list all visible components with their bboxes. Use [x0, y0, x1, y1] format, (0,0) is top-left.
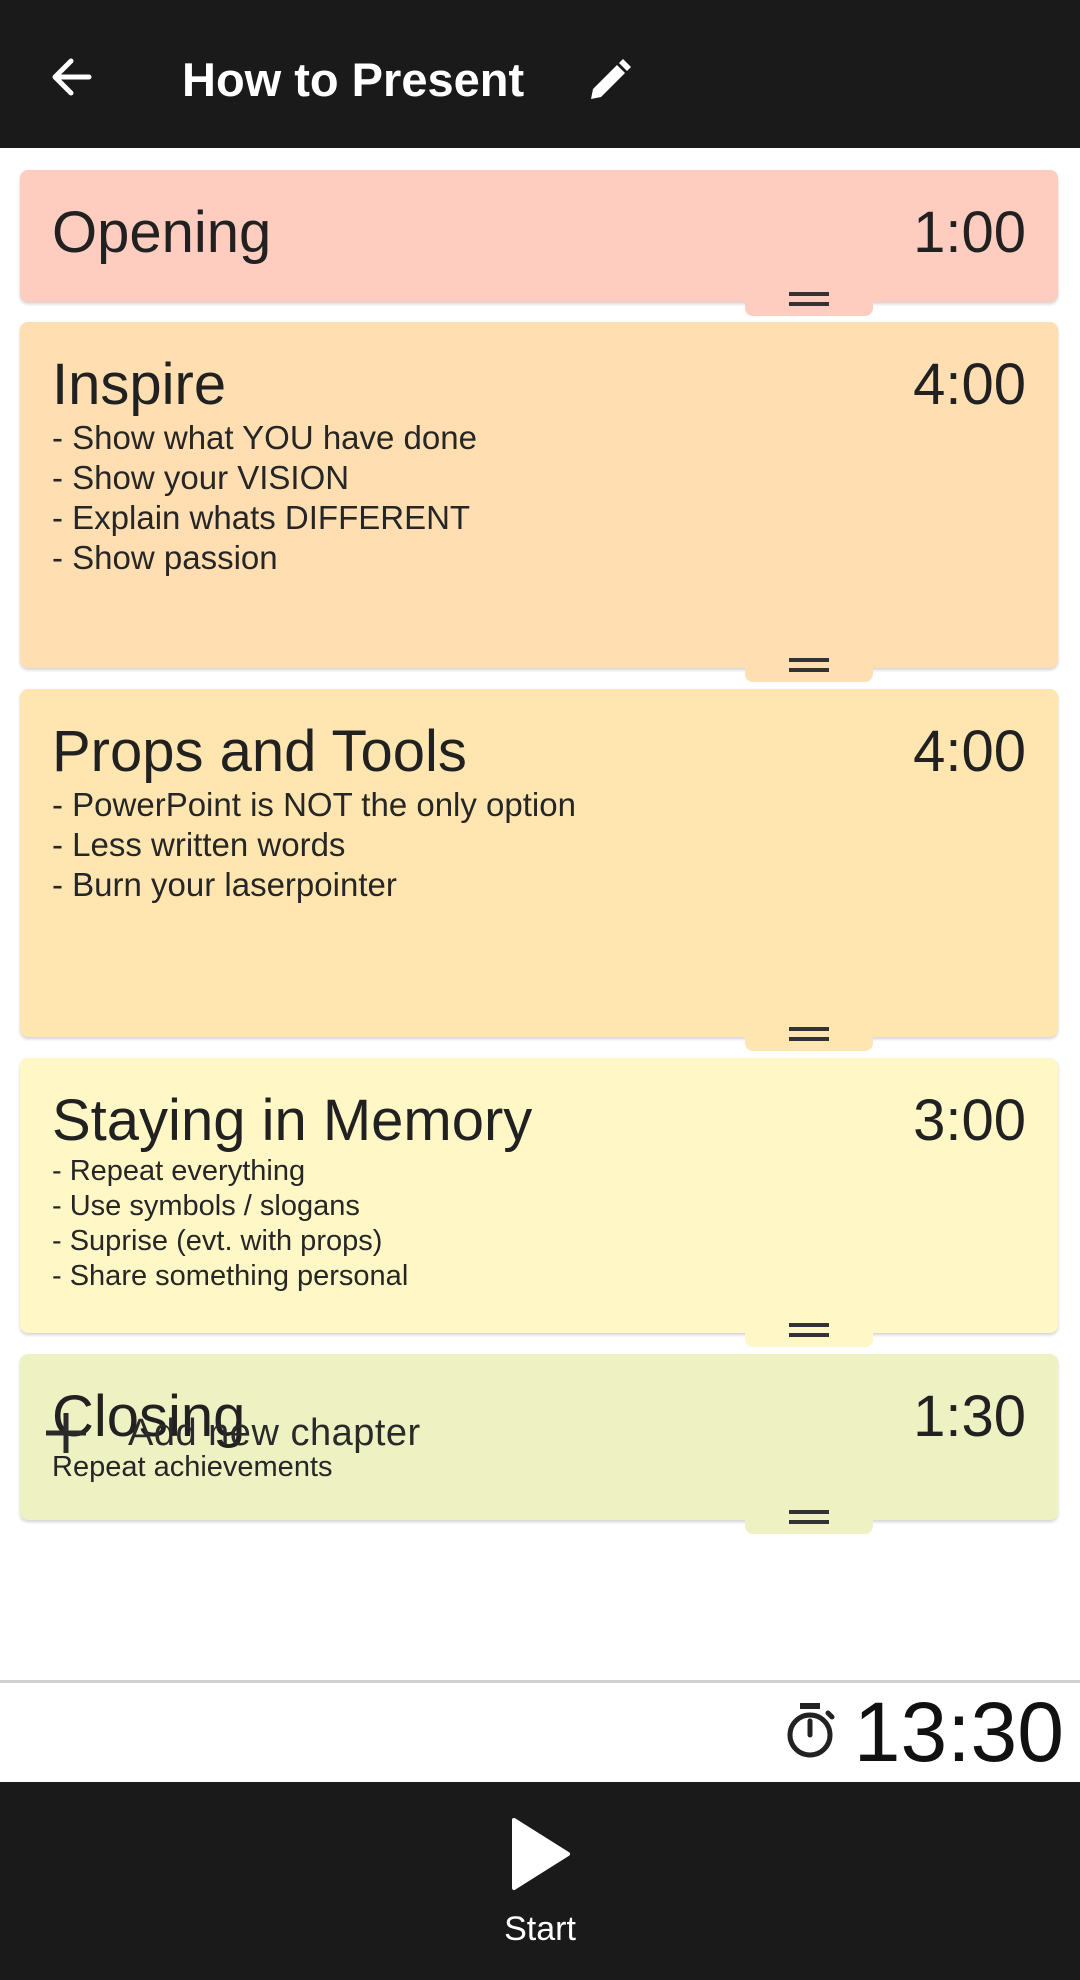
pencil-icon	[591, 59, 631, 99]
chapter-duration[interactable]: 4:00	[913, 719, 1026, 785]
chapter-duration[interactable]: 4:00	[913, 352, 1026, 418]
page-title: How to Present	[182, 53, 525, 106]
app-screen: How to Present Opening 1:00 Inspire 4:00…	[0, 0, 1080, 1980]
drag-handle[interactable]	[745, 1506, 873, 1534]
drag-handle-icon	[789, 290, 829, 308]
top-app-bar: How to Present	[0, 0, 1080, 148]
chapter-title: Inspire	[52, 352, 227, 417]
drag-handle[interactable]	[745, 288, 873, 316]
drag-handle[interactable]	[745, 1319, 873, 1347]
chapter-notes: - Repeat everything - Use symbols / slog…	[52, 1155, 409, 1292]
chapter-duration[interactable]: 1:00	[913, 200, 1026, 266]
chapter-card-opening[interactable]: Opening 1:00	[20, 170, 1058, 316]
chapter-duration[interactable]: 3:00	[913, 1088, 1026, 1154]
bottom-bar: Start	[0, 1782, 1080, 1980]
start-button[interactable]: Start	[440, 1802, 640, 1962]
drag-handle-icon	[789, 656, 829, 674]
chapter-title: Staying in Memory	[52, 1088, 533, 1153]
start-label: Start	[504, 1910, 576, 1948]
drag-handle[interactable]	[745, 1023, 873, 1051]
add-chapter-button[interactable]: Add new chapter	[20, 1398, 620, 1468]
chapter-notes: - PowerPoint is NOT the only option - Le…	[52, 786, 576, 903]
total-duration: 13:30	[853, 1685, 1064, 1779]
drag-handle[interactable]	[745, 654, 873, 682]
add-chapter-label: Add new chapter	[128, 1411, 421, 1454]
plus-icon	[28, 1403, 104, 1463]
edit-title-button[interactable]	[578, 50, 640, 112]
play-icon	[512, 1818, 570, 1890]
drag-handle-icon	[789, 1321, 829, 1339]
back-button[interactable]	[40, 46, 102, 108]
chapter-title: Opening	[52, 200, 272, 265]
chapter-title: Props and Tools	[52, 719, 467, 784]
chapter-card-inspire[interactable]: Inspire 4:00 - Show what YOU have done -…	[20, 322, 1058, 682]
drag-handle-icon	[789, 1508, 829, 1526]
total-time-bar: 13:30	[0, 1680, 1080, 1782]
chapter-notes: - Show what YOU have done - Show your VI…	[52, 419, 477, 576]
drag-handle-icon	[789, 1025, 829, 1043]
chapter-card-props-and-tools[interactable]: Props and Tools 4:00 - PowerPoint is NOT…	[20, 689, 1058, 1051]
stopwatch-icon	[787, 1703, 835, 1758]
chapter-card-staying-in-memory[interactable]: Staying in Memory 3:00 - Repeat everythi…	[20, 1058, 1058, 1347]
chapter-duration[interactable]: 1:30	[913, 1384, 1026, 1450]
arrow-back-icon	[52, 58, 92, 96]
